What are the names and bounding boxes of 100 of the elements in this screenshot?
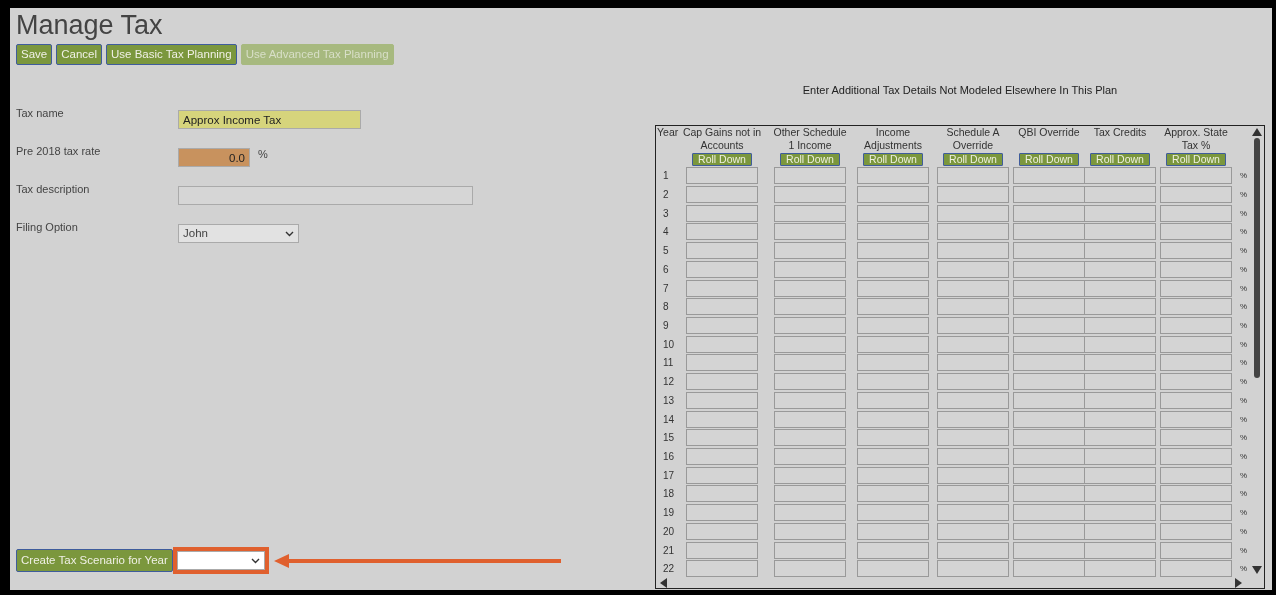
table-input[interactable] <box>686 391 758 409</box>
table-input[interactable] <box>937 242 1009 260</box>
scroll-up-icon[interactable] <box>1252 127 1262 136</box>
table-input[interactable] <box>1160 560 1232 578</box>
table-input[interactable] <box>1013 354 1085 372</box>
table-input[interactable] <box>686 167 758 185</box>
table-input[interactable] <box>686 485 758 503</box>
table-input[interactable] <box>937 260 1009 278</box>
roll-down-button[interactable]: Roll Down <box>943 152 1003 166</box>
table-input[interactable] <box>774 504 846 522</box>
table-input[interactable] <box>1160 466 1232 484</box>
table-input[interactable] <box>1013 391 1085 409</box>
table-input[interactable] <box>1160 429 1232 447</box>
table-input[interactable] <box>857 298 929 316</box>
table-input[interactable] <box>1084 298 1156 316</box>
table-input[interactable] <box>937 185 1009 203</box>
table-input[interactable] <box>686 541 758 559</box>
roll-down-button[interactable]: Roll Down <box>1166 152 1226 166</box>
table-input[interactable] <box>857 504 929 522</box>
table-input[interactable] <box>857 185 929 203</box>
table-input[interactable] <box>1084 485 1156 503</box>
table-input[interactable] <box>1084 167 1156 185</box>
table-input[interactable] <box>937 560 1009 578</box>
table-input[interactable] <box>1160 485 1232 503</box>
table-input[interactable] <box>686 466 758 484</box>
table-input[interactable] <box>1013 448 1085 465</box>
table-input[interactable] <box>1084 448 1156 465</box>
table-input[interactable] <box>1160 242 1232 260</box>
table-input[interactable] <box>1160 541 1232 559</box>
table-input[interactable] <box>686 316 758 334</box>
table-input[interactable] <box>937 522 1009 540</box>
table-input[interactable] <box>1013 410 1085 428</box>
table-input[interactable] <box>1160 373 1232 391</box>
table-input[interactable] <box>774 429 846 447</box>
table-input[interactable] <box>774 298 846 316</box>
scroll-down-icon[interactable] <box>1252 565 1262 574</box>
table-input[interactable] <box>1013 485 1085 503</box>
table-input[interactable] <box>1084 204 1156 222</box>
table-input[interactable] <box>857 354 929 372</box>
table-input[interactable] <box>1013 466 1085 484</box>
table-input[interactable] <box>1160 335 1232 353</box>
table-input[interactable] <box>857 485 929 503</box>
table-input[interactable] <box>1160 504 1232 522</box>
table-input[interactable] <box>774 204 846 222</box>
filing-select[interactable]: John <box>178 224 299 243</box>
table-input[interactable] <box>1084 279 1156 297</box>
table-input[interactable] <box>1013 541 1085 559</box>
scroll-right-icon[interactable] <box>1235 577 1242 588</box>
table-input[interactable] <box>857 541 929 559</box>
table-input[interactable] <box>937 298 1009 316</box>
table-input[interactable] <box>857 335 929 353</box>
table-input[interactable] <box>1013 560 1085 578</box>
input-field[interactable]: Approx Income Tax <box>178 110 361 129</box>
table-input[interactable] <box>686 335 758 353</box>
table-input[interactable] <box>937 354 1009 372</box>
table-input[interactable] <box>1084 560 1156 578</box>
table-input[interactable] <box>857 279 929 297</box>
table-input[interactable] <box>686 522 758 540</box>
table-input[interactable] <box>774 373 846 391</box>
table-input[interactable] <box>857 373 929 391</box>
table-input[interactable] <box>857 242 929 260</box>
table-input[interactable] <box>1013 185 1085 203</box>
table-input[interactable] <box>937 504 1009 522</box>
table-input[interactable] <box>1013 242 1085 260</box>
table-input[interactable] <box>937 466 1009 484</box>
scrollbar-thumb[interactable] <box>1254 137 1260 378</box>
table-input[interactable] <box>1013 260 1085 278</box>
table-input[interactable] <box>1160 316 1232 334</box>
table-input[interactable] <box>1084 185 1156 203</box>
table-input[interactable] <box>1084 391 1156 409</box>
table-input[interactable] <box>686 279 758 297</box>
table-input[interactable] <box>937 167 1009 185</box>
table-input[interactable] <box>774 560 846 578</box>
table-input[interactable] <box>1084 260 1156 278</box>
table-input[interactable] <box>1084 242 1156 260</box>
table-input[interactable] <box>686 504 758 522</box>
table-input[interactable] <box>1013 316 1085 334</box>
table-input[interactable] <box>857 448 929 465</box>
table-input[interactable] <box>1084 410 1156 428</box>
table-input[interactable] <box>774 448 846 465</box>
toolbar-button[interactable]: Save <box>16 44 53 65</box>
toolbar-button[interactable]: Cancel <box>56 44 103 65</box>
create-scenario-button[interactable]: Create Tax Scenario for Year <box>16 549 173 572</box>
table-input[interactable] <box>686 373 758 391</box>
table-input[interactable] <box>1084 354 1156 372</box>
table-input[interactable] <box>1160 391 1232 409</box>
table-input[interactable] <box>857 316 929 334</box>
table-input[interactable] <box>686 429 758 447</box>
table-input[interactable] <box>937 335 1009 353</box>
table-input[interactable] <box>1013 504 1085 522</box>
table-input[interactable] <box>774 335 846 353</box>
table-input[interactable] <box>937 391 1009 409</box>
roll-down-button[interactable]: Roll Down <box>1019 152 1079 166</box>
table-input[interactable] <box>1013 335 1085 353</box>
roll-down-button[interactable]: Roll Down <box>692 152 752 166</box>
table-input[interactable] <box>937 223 1009 241</box>
table-input[interactable] <box>774 391 846 409</box>
table-input[interactable] <box>1160 185 1232 203</box>
table-input[interactable] <box>1013 223 1085 241</box>
table-input[interactable] <box>1013 429 1085 447</box>
